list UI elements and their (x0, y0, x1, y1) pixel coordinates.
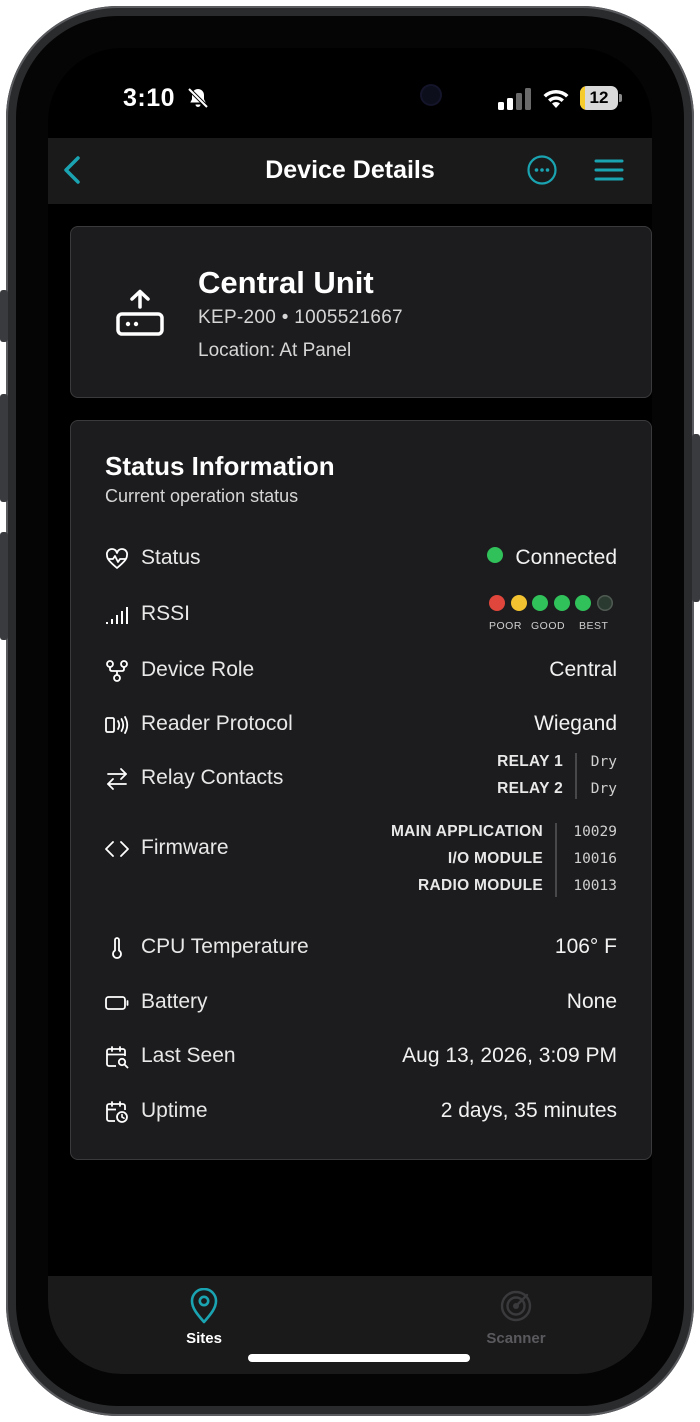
status-time: 3:10 (123, 84, 176, 112)
calendar-clock-icon (106, 1101, 128, 1123)
row-label: Last Seen (141, 1044, 236, 1067)
screen: 3:10 12 Device Details Central Unit KEP-… (48, 48, 652, 1374)
uptime-value: 2 days, 35 minutes (440, 1099, 617, 1122)
device-summary-card: Central Unit KEP-200 • 1005521667 Locati… (70, 226, 652, 398)
action-button (0, 290, 8, 342)
radar-icon (500, 1290, 532, 1322)
cpu-temperature-value: 106° F (554, 935, 617, 958)
row-label: CPU Temperature (141, 935, 309, 958)
row-label: Firmware (141, 836, 229, 859)
connected-dot (487, 547, 504, 563)
relay-1-value: Dry (590, 754, 617, 770)
relay-divider (575, 753, 577, 799)
firmware-io-version: 10016 (573, 851, 617, 867)
tab-label: Scanner (486, 1330, 546, 1347)
map-pin-icon (190, 1288, 218, 1324)
status-information-card: Status Information Current operation sta… (70, 420, 652, 1160)
firmware-io-name: I/O MODULE (447, 850, 543, 867)
relay-1-name: RELAY 1 (497, 753, 563, 770)
rssi-indicator: POOR GOOD BEST (487, 595, 617, 635)
rssi-dot-3 (532, 595, 548, 611)
battery-icon (105, 996, 129, 1010)
page-title: Device Details (265, 156, 435, 184)
device-name: Central Unit (198, 265, 374, 300)
firmware-versions-list: MAIN APPLICATION I/O MODULE RADIO MODULE… (317, 823, 617, 903)
router-upload-icon (116, 289, 164, 336)
volume-down-button (0, 532, 8, 640)
last-seen-value: Aug 13, 2026, 3:09 PM (402, 1044, 617, 1067)
battery-value: None (566, 990, 617, 1013)
more-options-icon[interactable] (526, 154, 558, 186)
hamburger-menu-icon[interactable] (594, 156, 624, 184)
firmware-divider (555, 823, 557, 897)
swap-arrows-icon (107, 768, 127, 790)
row-label: Battery (141, 990, 208, 1013)
thermometer-icon (112, 937, 122, 959)
rssi-good-label: GOOD (531, 620, 566, 632)
rssi-best-label: BEST (579, 620, 609, 632)
rssi-dot-5 (575, 595, 591, 611)
calendar-search-icon (106, 1046, 129, 1069)
section-title: Status Information (105, 451, 335, 481)
battery-level-text: 12 (589, 88, 609, 107)
relay-2-name: RELAY 2 (497, 780, 563, 797)
firmware-main-name: MAIN APPLICATION (390, 823, 543, 840)
power-button (692, 434, 700, 602)
relay-contacts-list: RELAY 1 RELAY 2 Dry Dry (357, 753, 617, 813)
tab-sites[interactable]: Sites (144, 1288, 264, 1348)
heart-pulse-icon (106, 548, 128, 569)
rssi-poor-label: POOR (489, 620, 522, 632)
wifi-icon (543, 89, 569, 108)
home-indicator[interactable] (248, 1354, 470, 1362)
nfc-reader-icon (105, 716, 129, 734)
row-label: Device Role (141, 658, 255, 681)
device-role-value: Central (549, 658, 617, 681)
tab-scanner[interactable]: Scanner (456, 1288, 576, 1348)
device-location: Location: At Panel (198, 340, 352, 361)
tab-label: Sites (186, 1330, 222, 1347)
device-model-serial: KEP-200 • 1005521667 (198, 307, 403, 328)
relay-2-value: Dry (590, 781, 617, 797)
rssi-dot-4 (553, 595, 570, 611)
firmware-main-version: 10029 (573, 824, 617, 840)
firmware-radio-name: RADIO MODULE (417, 877, 543, 894)
phone-frame: 3:10 12 Device Details Central Unit KEP-… (0, 6, 700, 1416)
reader-protocol-value: Wiegand (534, 712, 617, 735)
network-nodes-icon (106, 660, 128, 682)
row-label: RSSI (141, 602, 191, 625)
firmware-radio-version: 10013 (573, 878, 617, 894)
nav-header: Device Details (48, 138, 652, 204)
volume-up-button (0, 394, 8, 502)
row-label: Status (141, 546, 201, 569)
battery-indicator: 12 (580, 86, 622, 110)
rssi-dot-1 (489, 595, 505, 611)
camera (422, 86, 440, 104)
silent-bell-icon (187, 87, 209, 109)
cellular-signal-icon (498, 88, 531, 110)
rssi-dot-2 (510, 595, 527, 611)
row-label: Relay Contacts (141, 766, 284, 789)
signal-bars-icon (106, 607, 128, 624)
dynamic-island (268, 66, 466, 124)
code-brackets-icon (105, 841, 129, 857)
row-label: Reader Protocol (141, 712, 293, 735)
section-subtitle: Current operation status (105, 486, 299, 506)
row-label: Uptime (141, 1099, 208, 1122)
rssi-dot-6 (596, 595, 613, 611)
connection-status-value: Connected (487, 546, 617, 570)
